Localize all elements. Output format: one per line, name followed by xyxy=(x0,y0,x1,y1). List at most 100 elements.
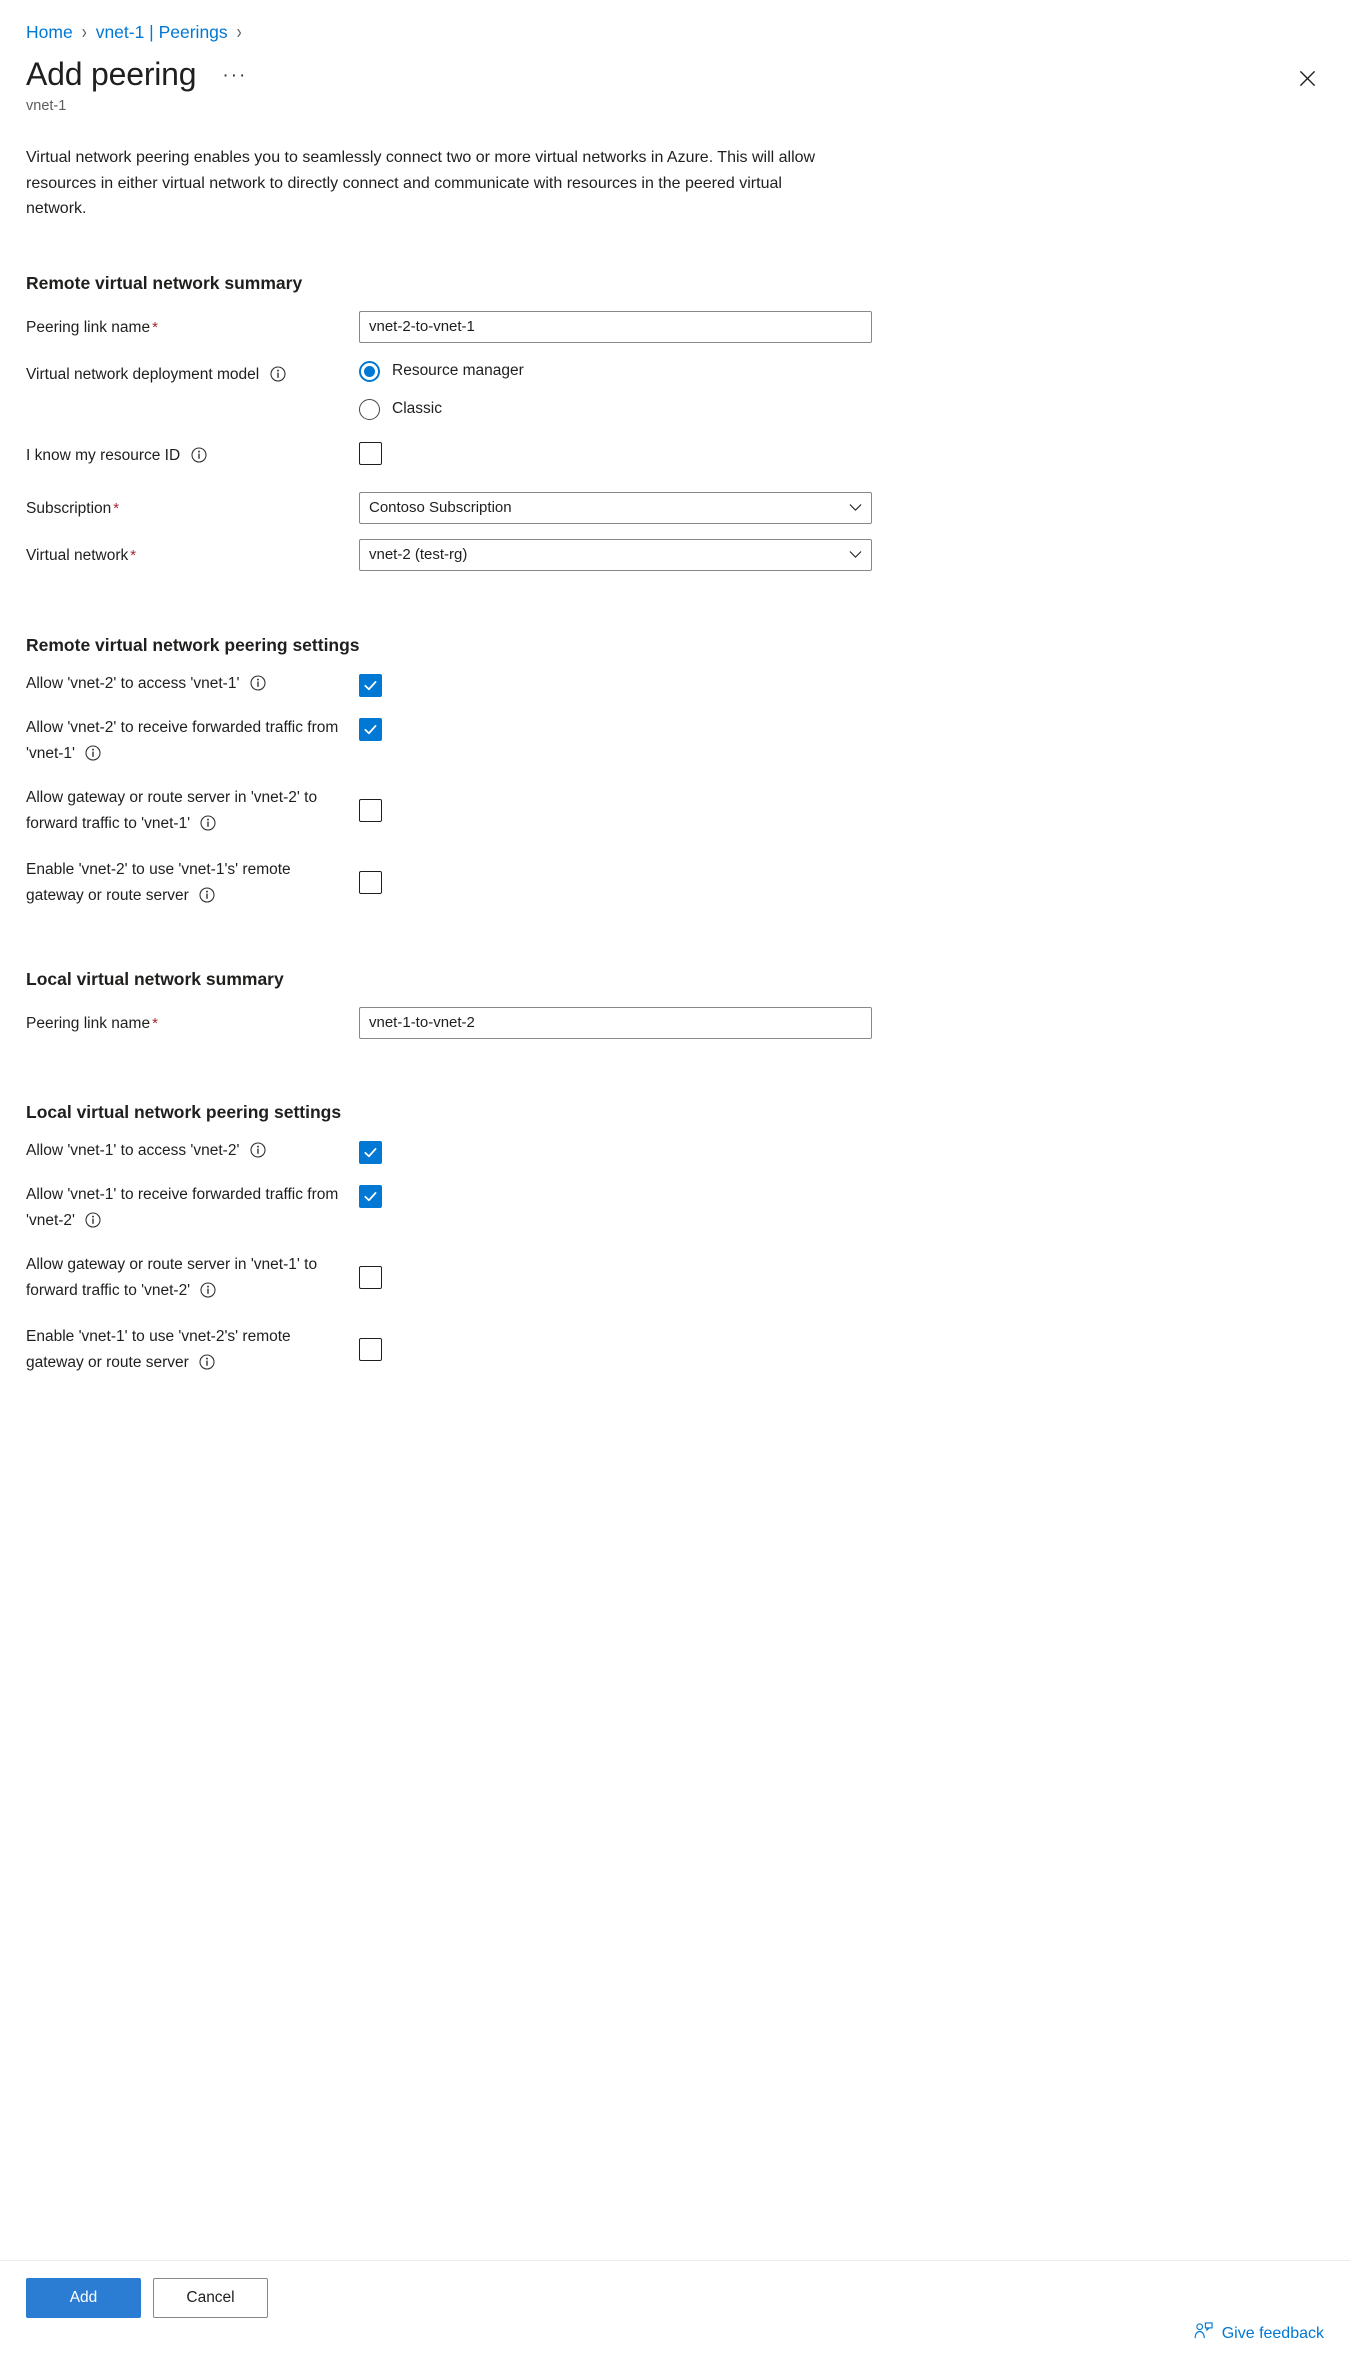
radio-icon-selected xyxy=(359,360,380,382)
remote-setting-2-checkbox[interactable] xyxy=(359,798,382,822)
row-local-setting-0: Allow 'vnet-1' to access 'vnet-2' xyxy=(26,1138,1324,1164)
local-setting-2-checkbox[interactable] xyxy=(359,1265,382,1289)
deployment-model-radio-group: Resource manager Classic xyxy=(359,358,524,420)
control-know-resource-id xyxy=(359,439,1324,465)
radio-resource-manager[interactable]: Resource manager xyxy=(359,360,524,382)
label-remote-setting-1: Allow 'vnet-2' to receive forwarded traf… xyxy=(26,715,359,767)
remote-peering-link-name-input[interactable] xyxy=(359,310,872,343)
radio-icon-unselected xyxy=(359,398,380,420)
subscription-value: Contoso Subscription xyxy=(369,499,512,516)
info-icon[interactable] xyxy=(250,1141,266,1158)
label-remote-setting-2: Allow gateway or route server in 'vnet-2… xyxy=(26,785,359,837)
row-know-resource-id: I know my resource ID xyxy=(26,439,1324,473)
section-local-peering-settings: Local virtual network peering settings A… xyxy=(26,1100,1324,1376)
label-text: Peering link name xyxy=(26,318,151,336)
label-text: Enable 'vnet-2' to use 'vnet-1's' remote… xyxy=(26,860,291,904)
cancel-button[interactable]: Cancel xyxy=(153,2278,268,2318)
footer-buttons: Add Cancel xyxy=(26,2278,1324,2318)
label-local-setting-3: Enable 'vnet-1' to use 'vnet-2's' remote… xyxy=(26,1324,359,1376)
check-icon xyxy=(364,1147,377,1157)
label-text: I know my resource ID xyxy=(26,446,181,464)
person-feedback-icon xyxy=(1194,2322,1213,2346)
info-icon[interactable] xyxy=(269,365,286,382)
label-text: Allow gateway or route server in 'vnet-2… xyxy=(26,788,318,832)
row-local-setting-1: Allow 'vnet-1' to receive forwarded traf… xyxy=(26,1182,1324,1234)
chevron-right-icon: › xyxy=(236,20,242,44)
check-icon xyxy=(364,724,377,734)
info-icon[interactable] xyxy=(199,886,215,903)
virtual-network-dropdown[interactable]: vnet-2 (test-rg) xyxy=(359,538,872,571)
section-local-virtual-network-summary: Local virtual network summary Peering li… xyxy=(26,967,1324,1041)
local-setting-1-checkbox[interactable] xyxy=(359,1184,382,1208)
know-resource-id-checkbox[interactable] xyxy=(359,441,382,465)
local-setting-3-checkbox[interactable] xyxy=(359,1337,382,1361)
row-local-peering-link-name: Peering link name * xyxy=(26,1006,1324,1041)
breadcrumb-item-home[interactable]: Home xyxy=(26,22,73,43)
subscription-dropdown[interactable]: Contoso Subscription xyxy=(359,491,872,524)
remote-setting-3-checkbox[interactable] xyxy=(359,870,382,894)
control-subscription: Contoso Subscription xyxy=(359,491,1324,524)
label-remote-peering-link-name: Peering link name * xyxy=(26,311,359,340)
section-remote-virtual-network-summary: Remote virtual network summary Peering l… xyxy=(26,271,1324,573)
info-icon[interactable] xyxy=(200,814,217,831)
row-virtual-network: Virtual network * vnet-2 (test-rg) xyxy=(26,538,1324,573)
breadcrumb: Home › vnet-1 | Peerings › xyxy=(26,18,1324,46)
radio-label-classic: Classic xyxy=(392,400,442,417)
row-remote-setting-2: Allow gateway or route server in 'vnet-2… xyxy=(26,785,1324,837)
info-icon[interactable] xyxy=(199,1353,215,1370)
breadcrumb-item-peerings[interactable]: vnet-1 | Peerings xyxy=(96,22,228,43)
required-indicator: * xyxy=(113,499,120,517)
row-local-setting-2: Allow gateway or route server in 'vnet-1… xyxy=(26,1252,1324,1304)
label-remote-setting-0: Allow 'vnet-2' to access 'vnet-1' xyxy=(26,671,359,697)
chevron-down-icon xyxy=(849,550,862,559)
info-icon[interactable] xyxy=(250,674,266,691)
control-deployment-model: Resource manager Classic xyxy=(359,358,1324,420)
info-icon[interactable] xyxy=(200,1281,217,1298)
check-icon xyxy=(364,1191,377,1201)
give-feedback-label: Give feedback xyxy=(1221,2325,1324,2342)
chevron-down-icon xyxy=(849,503,862,512)
label-local-setting-2: Allow gateway or route server in 'vnet-1… xyxy=(26,1252,359,1304)
section-remote-peering-settings: Remote virtual network peering settings … xyxy=(26,633,1324,909)
title-row: Add peering ··· xyxy=(26,55,1324,93)
label-deployment-model: Virtual network deployment model xyxy=(26,358,359,387)
remote-setting-0-checkbox[interactable] xyxy=(359,673,382,697)
label-text: Allow 'vnet-1' to receive forwarded traf… xyxy=(26,1185,339,1229)
row-subscription: Subscription * Contoso Subscription xyxy=(26,491,1324,526)
info-icon[interactable] xyxy=(85,744,101,761)
give-feedback-link[interactable]: Give feedback xyxy=(1194,2322,1324,2346)
required-indicator: * xyxy=(152,318,158,336)
required-indicator: * xyxy=(152,1014,158,1032)
label-local-peering-link-name: Peering link name * xyxy=(26,1007,359,1036)
label-text: Virtual network xyxy=(26,546,129,564)
info-icon[interactable] xyxy=(190,446,207,463)
more-options-icon[interactable]: ··· xyxy=(222,66,247,85)
label-virtual-network: Virtual network * xyxy=(26,539,359,568)
section-heading-local-settings: Local virtual network peering settings xyxy=(26,1101,342,1122)
control-virtual-network: vnet-2 (test-rg) xyxy=(359,538,1324,571)
label-local-setting-0: Allow 'vnet-1' to access 'vnet-2' xyxy=(26,1138,359,1164)
blade-footer: Add Cancel Give feedback xyxy=(0,2260,1350,2364)
label-text: Allow 'vnet-1' to access 'vnet-2' xyxy=(26,1141,240,1159)
chevron-right-icon: › xyxy=(81,20,87,44)
local-setting-0-checkbox[interactable] xyxy=(359,1140,382,1164)
page-title: Add peering xyxy=(26,56,197,92)
remote-setting-1-checkbox[interactable] xyxy=(359,717,382,741)
close-icon xyxy=(1299,70,1315,86)
add-peering-blade: Home › vnet-1 | Peerings › Add peering ·… xyxy=(0,0,1350,2364)
close-button[interactable] xyxy=(1290,61,1324,95)
add-button[interactable]: Add xyxy=(26,2278,141,2318)
label-text: Enable 'vnet-1' to use 'vnet-2's' remote… xyxy=(26,1327,291,1371)
info-icon[interactable] xyxy=(85,1211,101,1228)
local-peering-link-name-input[interactable] xyxy=(359,1006,872,1039)
radio-classic[interactable]: Classic xyxy=(359,398,524,420)
control-local-peering-link-name xyxy=(359,1006,1324,1039)
section-heading-local-summary: Local virtual network summary xyxy=(26,968,284,989)
label-text: Allow 'vnet-2' to access 'vnet-1' xyxy=(26,674,240,692)
row-remote-setting-1: Allow 'vnet-2' to receive forwarded traf… xyxy=(26,715,1324,767)
label-text: Subscription xyxy=(26,499,112,517)
section-heading-remote-settings: Remote virtual network peering settings xyxy=(26,634,360,655)
label-know-resource-id: I know my resource ID xyxy=(26,439,359,468)
page-subtitle: vnet-1 xyxy=(26,98,67,114)
label-text: Allow 'vnet-2' to receive forwarded traf… xyxy=(26,718,339,762)
